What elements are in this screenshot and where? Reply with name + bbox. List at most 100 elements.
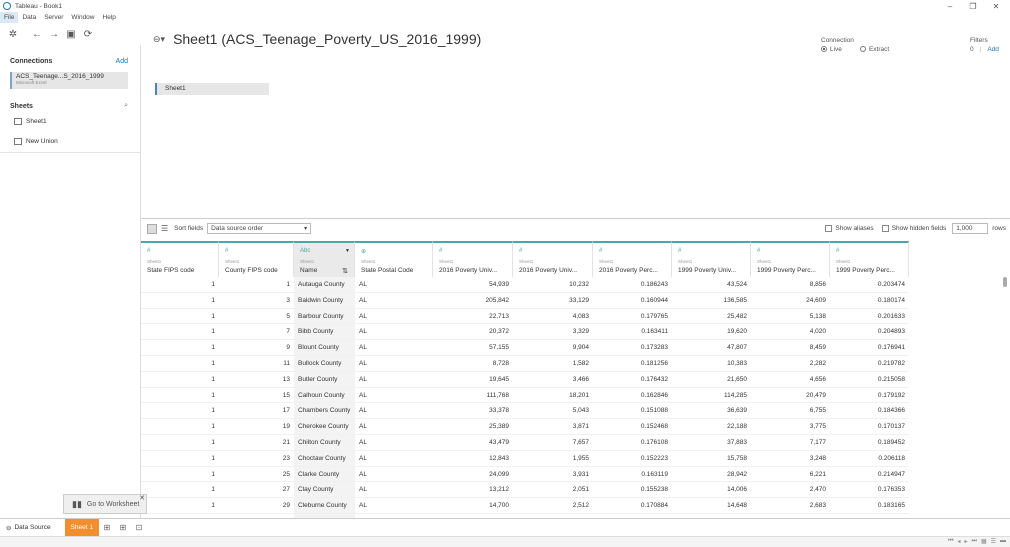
sheet-item-sheet1[interactable]: Sheet1 <box>14 116 47 126</box>
go-to-worksheet-label: Go to Worksheet <box>86 500 140 508</box>
save-icon[interactable]: ▣ <box>64 27 78 41</box>
close-tooltip-icon[interactable]: ✕ <box>139 494 145 502</box>
menu-file[interactable]: File <box>0 12 19 23</box>
next-page-icon[interactable]: ▸ <box>965 538 968 545</box>
column-name: 1999 Poverty Perc... <box>757 267 816 274</box>
field-type-icon[interactable]: # <box>678 248 681 254</box>
column-menu-icon[interactable]: ▼ <box>345 248 350 254</box>
rows-input[interactable]: 1,000 <box>952 223 989 234</box>
column-header[interactable]: # Sheet1 2016 Poverty Univ... <box>433 241 513 277</box>
column-header[interactable]: # Sheet1 County FIPS code <box>219 241 294 277</box>
table-cell: 24,609 <box>806 296 826 304</box>
column-header[interactable]: # Sheet1 1999 Poverty Perc... <box>830 241 909 277</box>
table-cell: 10,232 <box>569 281 589 288</box>
table-cell: 0.219782 <box>877 360 905 367</box>
column-header[interactable]: ⊕ Sheet1 State Postal Code <box>355 241 433 277</box>
forward-icon[interactable]: → <box>47 27 61 41</box>
show-aliases-checkbox[interactable]: Show aliases <box>825 224 874 232</box>
field-type-icon[interactable]: # <box>836 248 839 254</box>
menu-server[interactable]: Server <box>40 12 67 23</box>
column-name: County FIPS code <box>225 267 278 274</box>
table-cell: 1 <box>211 502 215 510</box>
tableau-start-icon[interactable]: ✲ <box>6 27 20 41</box>
column-header[interactable]: Abc Sheet1 Name ⇅ ▼ <box>294 241 355 277</box>
data-source-tab[interactable]: ⊖ Data Source <box>0 519 57 537</box>
table-pill-sheet1[interactable]: Sheet1 <box>155 83 269 95</box>
first-page-icon[interactable]: ⏮ <box>948 538 953 545</box>
field-type-icon[interactable]: # <box>757 248 760 254</box>
table-cell: 8,459 <box>809 344 826 352</box>
table-cell: 14,700 <box>489 502 509 510</box>
table-cell: Clarke County <box>298 470 340 478</box>
view-filmstrip-icon[interactable]: ▬ <box>1000 538 1006 545</box>
table-cell: 33,378 <box>489 407 509 415</box>
column-header[interactable]: # Sheet1 1999 Poverty Perc... <box>751 241 830 277</box>
table-cell: 136,585 <box>723 296 748 304</box>
add-connection-link[interactable]: Add <box>116 58 128 65</box>
add-filter-link[interactable]: Add <box>987 46 999 53</box>
divider <box>0 152 140 153</box>
column-name: 2016 Poverty Perc... <box>599 267 658 274</box>
view-list-icon[interactable]: ☰ <box>991 538 996 545</box>
table-cell: 111,768 <box>486 391 509 399</box>
grid-view-icon[interactable] <box>147 223 157 234</box>
new-dashboard-icon[interactable]: ⊞ <box>115 519 131 537</box>
table-cell: 0.180174 <box>877 296 905 304</box>
table-cell: 25 <box>282 470 290 478</box>
minimize-button[interactable]: – <box>938 0 962 12</box>
view-grid-icon[interactable]: ▦ <box>981 538 987 545</box>
live-radio[interactable]: Live <box>821 46 842 53</box>
menu-window[interactable]: Window <box>67 12 98 23</box>
back-icon[interactable]: ← <box>30 27 44 41</box>
field-type-icon[interactable]: # <box>599 248 602 254</box>
field-type-icon[interactable]: ⊕ <box>361 248 366 255</box>
table-cell: 29 <box>282 502 290 510</box>
table-cell: 1 <box>211 391 215 399</box>
new-story-icon[interactable]: ⊡ <box>131 519 147 537</box>
table-row: 1 21 Chilton County AL 43,479 7,657 0.176108 37… <box>141 435 909 451</box>
last-page-icon[interactable]: ⏭ <box>972 538 977 545</box>
field-type-icon[interactable]: # <box>225 248 228 254</box>
menu-help[interactable]: Help <box>99 12 120 23</box>
table-cell: AL <box>359 281 367 288</box>
extract-radio[interactable]: Extract <box>859 46 889 53</box>
menu-data[interactable]: Data <box>18 12 40 23</box>
new-worksheet-icon[interactable]: ⊞ <box>99 519 115 537</box>
sort-icon[interactable]: ⇅ <box>342 267 348 275</box>
table-cell: 22,713 <box>489 312 509 320</box>
connection-item[interactable]: ACS_Teenage...S_2016_1999 Microsoft Exce… <box>10 72 128 89</box>
restore-button[interactable]: ❐ <box>961 0 985 12</box>
column-header[interactable]: # Sheet1 2016 Poverty Perc... <box>593 241 672 277</box>
data-source-name[interactable]: Sheet1 (ACS_Teenage_Poverty_US_2016_1999… <box>173 31 481 47</box>
close-window-button[interactable]: ✕ <box>984 0 1008 12</box>
table-cell: 28,942 <box>727 470 747 478</box>
column-header[interactable]: # Sheet1 1999 Poverty Univ... <box>672 241 751 277</box>
search-sheets-icon[interactable]: ⌕ <box>124 102 128 110</box>
sort-fields-select[interactable]: Data source order <box>207 223 312 234</box>
table-cell: 18,201 <box>569 391 589 399</box>
column-header[interactable]: # Sheet1 State FIPS code <box>141 241 219 277</box>
list-view-icon[interactable]: ☰ <box>161 224 168 233</box>
refresh-icon[interactable]: ⟳ <box>81 27 95 41</box>
table-cell: 5,043 <box>572 407 589 415</box>
table-cell: 3,775 <box>809 423 826 431</box>
field-type-icon[interactable]: # <box>439 248 442 254</box>
column-header[interactable]: # Sheet1 2016 Poverty Univ... <box>513 241 593 277</box>
field-type-icon[interactable]: # <box>147 248 150 254</box>
sheet1-tab[interactable]: Sheet 1 <box>64 518 100 537</box>
go-to-worksheet-button[interactable]: ▮▮ Go to Worksheet ✕ <box>63 494 147 514</box>
table-row: 1 25 Clarke County AL 24,099 3,931 0.163119 28,… <box>141 467 909 483</box>
table-cell: 0.162846 <box>640 391 668 399</box>
database-icon[interactable]: ⊖▾ <box>153 34 165 45</box>
table-cell: Calhoun County <box>298 391 345 399</box>
vertical-scrollbar[interactable] <box>1003 277 1007 287</box>
field-type-icon[interactable]: # <box>519 248 522 254</box>
new-union-item[interactable]: New Union <box>14 136 58 146</box>
table-cell: Chambers County <box>298 407 351 415</box>
filters-panel: Filters 0 | Add <box>970 37 999 53</box>
prev-page-icon[interactable]: ◂ <box>958 538 961 545</box>
show-hidden-checkbox[interactable]: Show hidden fields <box>881 224 946 232</box>
table-cell: 23 <box>282 454 290 462</box>
field-type-icon[interactable]: Abc <box>300 248 310 254</box>
table-cell: AL <box>359 407 367 415</box>
